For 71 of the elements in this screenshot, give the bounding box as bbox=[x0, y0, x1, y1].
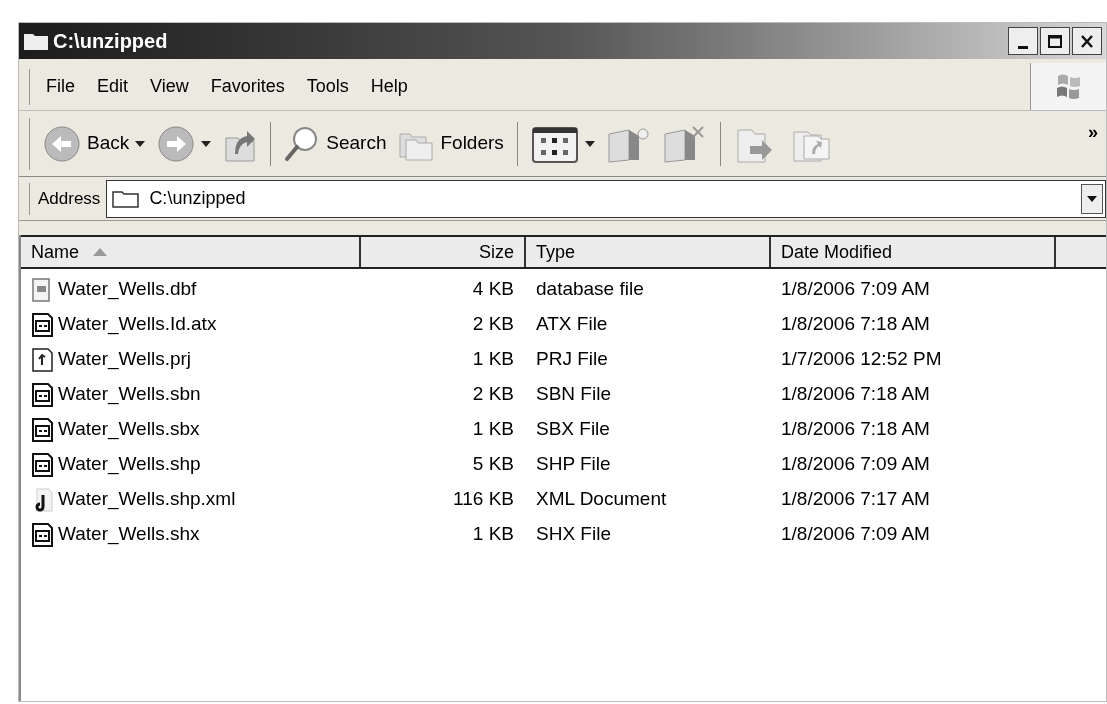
file-type: SHX File bbox=[536, 522, 611, 547]
address-label: Address bbox=[38, 187, 101, 210]
file-type: XML Document bbox=[536, 487, 667, 512]
window-title: C:\unzipped bbox=[53, 29, 168, 54]
close-button[interactable] bbox=[1072, 27, 1102, 55]
date-modified: 1/8/2006 7:18 AM bbox=[781, 312, 930, 337]
close-icon bbox=[1079, 33, 1095, 49]
date-modified: 1/8/2006 7:18 AM bbox=[781, 417, 930, 442]
folders-button[interactable]: Folders bbox=[395, 119, 507, 168]
back-button[interactable]: Back bbox=[40, 119, 149, 168]
caret-icon bbox=[1087, 195, 1097, 202]
menu-item[interactable]: Tools bbox=[300, 73, 355, 100]
file-icon bbox=[31, 381, 55, 408]
menu-item[interactable]: View bbox=[144, 73, 195, 100]
menu-item[interactable]: Edit bbox=[91, 73, 135, 100]
file-icon bbox=[31, 521, 55, 548]
folder-icon bbox=[111, 188, 142, 209]
menu-item[interactable]: Favorites bbox=[204, 73, 291, 100]
column-header[interactable]: Date Modified bbox=[771, 237, 1056, 267]
file-size: 5 KB bbox=[472, 452, 514, 477]
menu-item[interactable]: Help bbox=[364, 73, 414, 100]
search-button[interactable]: Search bbox=[281, 119, 390, 168]
folder-icon bbox=[23, 31, 49, 51]
column-header[interactable]: Name bbox=[21, 237, 361, 267]
file-type: SBX File bbox=[536, 417, 610, 442]
file-type: PRJ File bbox=[536, 347, 608, 372]
file-name[interactable]: Water_Wells.Id.atx bbox=[58, 310, 217, 339]
column-header[interactable]: Size bbox=[361, 237, 526, 267]
delete-folder-icon bbox=[662, 123, 707, 164]
toolbar-overflow-chevron[interactable]: » bbox=[1088, 119, 1098, 146]
minimize-button[interactable] bbox=[1008, 27, 1038, 55]
file-name[interactable]: Water_Wells.shx bbox=[58, 520, 200, 549]
column-header[interactable]: Type bbox=[526, 237, 771, 267]
menu-item[interactable]: File bbox=[40, 73, 81, 100]
file-name[interactable]: Water_Wells.prj bbox=[58, 345, 192, 374]
caret-icon bbox=[201, 140, 212, 147]
file-type: SHP File bbox=[536, 452, 611, 477]
maximize-button[interactable] bbox=[1040, 27, 1070, 55]
date-modified: 1/7/2006 12:52 PM bbox=[781, 347, 942, 372]
file-name[interactable]: Water_Wells.sbx bbox=[58, 415, 200, 444]
file-icon bbox=[31, 451, 55, 478]
file-name[interactable]: Water_Wells.sbn bbox=[58, 380, 201, 409]
file-size: 1 KB bbox=[472, 417, 514, 442]
file-type: ATX File bbox=[536, 312, 608, 337]
maximize-icon bbox=[1047, 33, 1063, 49]
file-name[interactable]: Water_Wells.dbf bbox=[58, 275, 197, 304]
sort-ascending-icon bbox=[93, 248, 107, 256]
minimize-icon bbox=[1018, 46, 1028, 49]
file-type: SBN File bbox=[536, 382, 611, 407]
file-type: database file bbox=[536, 277, 644, 302]
file-icon bbox=[31, 311, 55, 338]
date-modified: 1/8/2006 7:17 AM bbox=[781, 487, 930, 512]
caret-icon bbox=[584, 140, 595, 147]
file-size: 4 KB bbox=[472, 277, 514, 302]
file-size: 2 KB bbox=[472, 382, 514, 407]
date-modified: 1/8/2006 7:09 AM bbox=[781, 452, 930, 477]
date-modified: 1/8/2006 7:09 AM bbox=[781, 277, 930, 302]
file-name[interactable]: Water_Wells.shp.xml bbox=[58, 485, 236, 514]
address-text: C:\unzipped bbox=[149, 187, 246, 210]
file-icon bbox=[31, 416, 55, 443]
file-size: 116 KB bbox=[453, 487, 514, 512]
file-size: 1 KB bbox=[472, 522, 514, 547]
dropdown-button[interactable] bbox=[1081, 183, 1103, 214]
file-size: 1 KB bbox=[472, 347, 514, 372]
address-field[interactable]: C:\unzipped bbox=[106, 179, 1106, 218]
file-name[interactable]: Water_Wells.shp bbox=[58, 450, 201, 479]
date-modified: 1/8/2006 7:18 AM bbox=[781, 382, 930, 407]
date-modified: 1/8/2006 7:09 AM bbox=[781, 522, 930, 547]
caret-icon bbox=[135, 140, 146, 147]
file-size: 2 KB bbox=[472, 312, 514, 337]
file-icon bbox=[31, 346, 55, 373]
